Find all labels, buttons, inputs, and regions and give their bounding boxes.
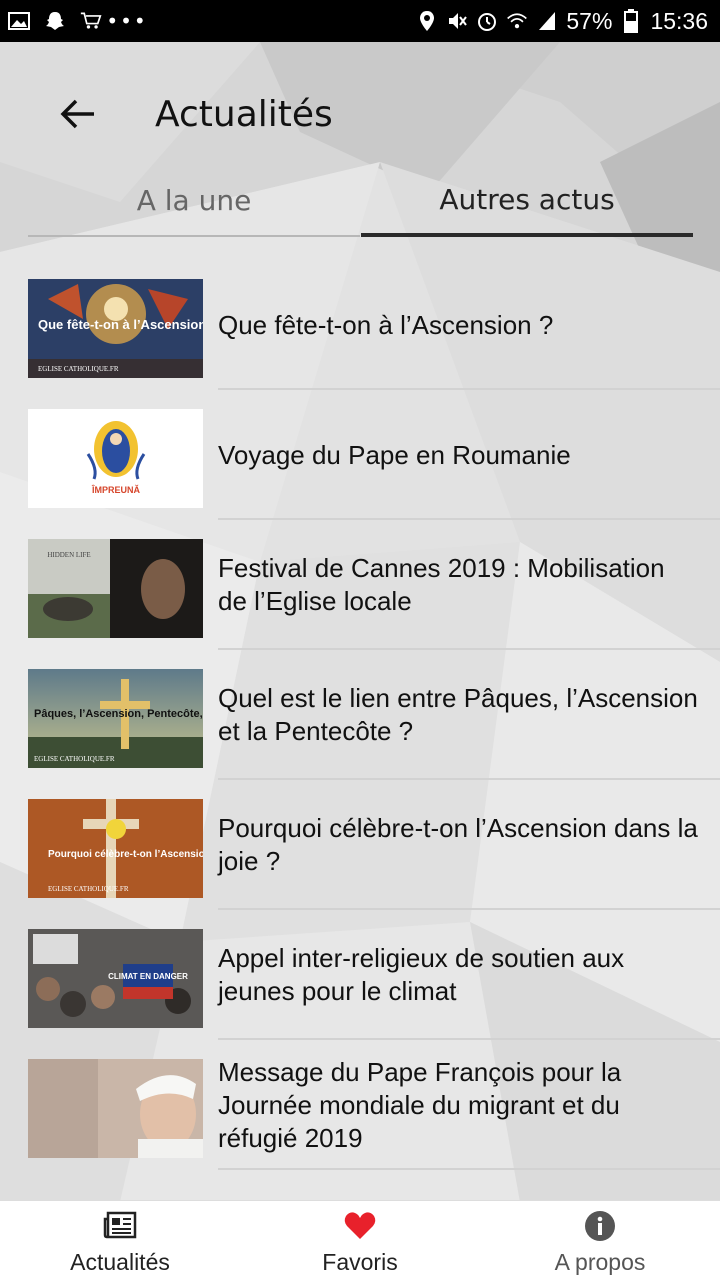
more-dots-icon: ••• [106,9,148,33]
info-icon [582,1209,618,1243]
location-icon [416,10,438,32]
article-title: Message du Pape François pour la Journée… [218,1056,622,1153]
heart-icon [342,1209,378,1243]
thumb-source-text: EGLISE CATHOLIQUE.FR [38,365,119,373]
cart-icon [80,10,102,32]
tab-autres-actus[interactable]: Autres actus [361,165,693,237]
nav-label: A propos [554,1249,646,1275]
article-title: Que fête-t-on à l’Ascension ? [218,309,554,340]
article-item[interactable]: ÎMPREUNĂ Voyage du Pape en Roumanie [0,390,720,520]
thumb-title-text: Pourquoi célèbre-t-on l’Ascension dans l… [48,849,203,860]
clock: 15:36 [650,7,708,34]
article-thumbnail: Que fête-t-on à l’Ascension ? EGLISE CAT… [28,279,203,378]
article-thumbnail: ÎMPREUNĂ [28,409,203,508]
article-title: Voyage du Pape en Roumanie [218,439,571,470]
page-title: Actualités [155,94,333,135]
article-item[interactable]: Que fête-t-on à l’Ascension ? EGLISE CAT… [0,260,720,390]
article-title: Pourquoi célèbre-t-on l’Ascension dans l… [218,813,698,876]
nav-label: Favoris [322,1249,398,1275]
article-thumbnail [28,1059,203,1158]
signal-icon [536,10,558,32]
alarm-icon [476,10,498,32]
newspaper-icon [102,1209,138,1243]
thumb-title-text: Pâques, l’Ascension, Pentecôte, ... [34,708,203,720]
status-right-icons: 57% 15:36 [416,8,708,35]
wifi-icon [506,10,528,32]
nav-label: Actualités [70,1249,170,1275]
divider [218,1168,720,1170]
mute-icon [446,10,468,32]
arrow-left-icon [60,99,96,133]
article-thumbnail: Pourquoi célèbre-t-on l’Ascension dans l… [28,799,203,898]
image-icon [8,10,30,32]
article-list: Que fête-t-on à l’Ascension ? EGLISE CAT… [0,260,720,1170]
tab-bar: A la une Autres actus [28,165,693,239]
battery-icon [620,9,642,33]
article-item[interactable]: Pourquoi célèbre-t-on l’Ascension dans l… [0,780,720,910]
nav-favoris[interactable]: Favoris [240,1201,480,1280]
article-item[interactable]: Pâques, l’Ascension, Pentecôte, ... EGLI… [0,650,720,780]
thumb-title-text: CLIMAT EN DANGER [108,972,188,981]
article-item[interactable]: HIDDEN LIFE Festival de Cannes 2019 : Mo… [0,520,720,650]
battery-percent: 57% [566,7,613,34]
article-title: Quel est le lien entre Pâques, l’Ascensi… [218,683,698,746]
tab-a-la-une[interactable]: A la une [28,165,360,237]
status-left-icons: ••• [8,9,148,33]
article-item[interactable]: Message du Pape François pour la Journée… [0,1040,720,1170]
snapchat-icon [44,10,66,32]
bottom-navigation: Actualités Favoris A propos [0,1200,720,1280]
thumb-source-text: EGLISE CATHOLIQUE.FR [48,885,129,893]
article-thumbnail: HIDDEN LIFE [28,539,203,638]
article-thumbnail: Pâques, l’Ascension, Pentecôte, ... EGLI… [28,669,203,768]
status-bar: ••• 57% 15:36 [0,0,720,42]
thumb-source-text: EGLISE CATHOLIQUE.FR [34,755,115,763]
thumb-title-text: Que fête-t-on à l’Ascension ? [38,317,203,332]
nav-a-propos[interactable]: A propos [480,1201,720,1280]
thumb-title-text: HIDDEN LIFE [47,551,90,559]
article-title: Appel inter-religieux de soutien aux jeu… [218,943,625,1006]
nav-actualites[interactable]: Actualités [0,1201,240,1280]
article-thumbnail: CLIMAT EN DANGER [28,929,203,1028]
article-item[interactable]: CLIMAT EN DANGER Appel inter-religieux d… [0,910,720,1040]
back-button[interactable] [48,90,108,142]
article-title: Festival de Cannes 2019 : Mobilisation d… [218,553,665,616]
thumb-title-text: ÎMPREUNĂ [91,484,141,495]
